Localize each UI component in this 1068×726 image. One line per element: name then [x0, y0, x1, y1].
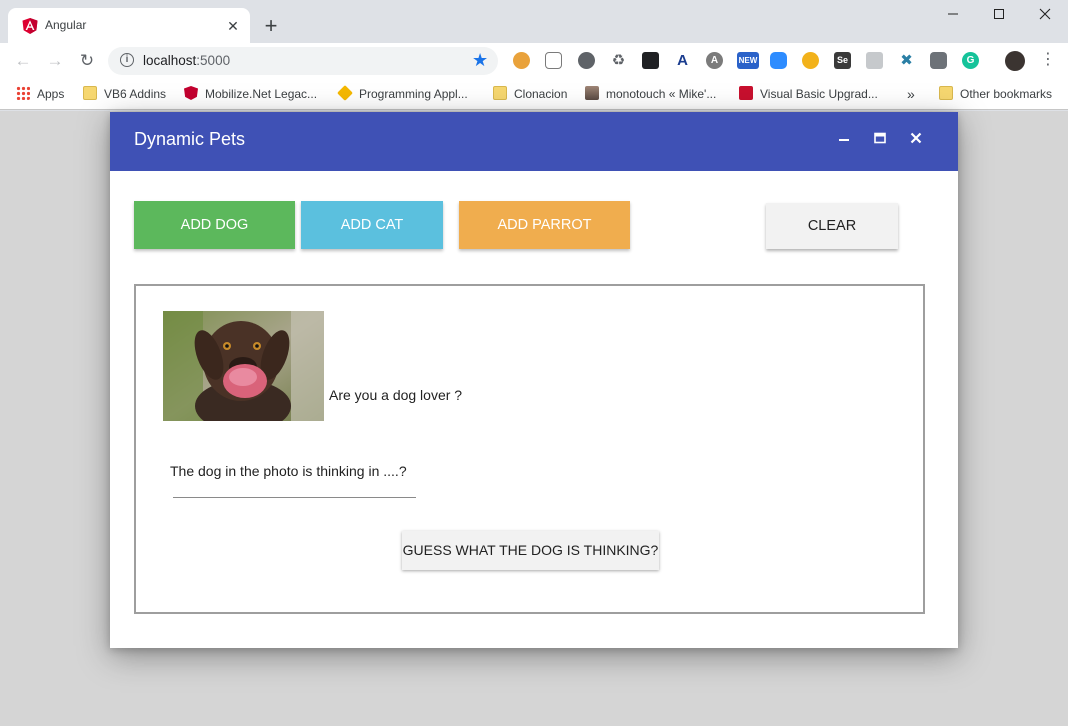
bookmark-label: Visual Basic Upgrad...	[760, 87, 878, 101]
dialog-title: Dynamic Pets	[134, 129, 246, 149]
a-icon[interactable]: A	[674, 52, 691, 69]
terminal-icon[interactable]	[642, 52, 659, 69]
angular-icon	[184, 86, 198, 100]
bookmark-label: Mobilize.Net Legac...	[205, 87, 318, 101]
add-parrot-button[interactable]: ADD PARROT	[459, 201, 630, 249]
folder-icon	[493, 86, 507, 100]
dog-question-text: Are you a dog lover ?	[329, 387, 463, 403]
bookmark-programming[interactable]: Programming Appl...	[337, 85, 468, 103]
maximize-icon	[994, 9, 1004, 19]
diamond-icon	[337, 85, 353, 101]
bookmark-star-icon[interactable]: ★	[472, 50, 488, 71]
browser-chrome: Angular ✕ + ← → ↻ i localhost:5000 ★ ♻ A…	[0, 0, 1068, 112]
bookmark-apps[interactable]: Apps	[16, 85, 64, 103]
close-icon	[1039, 8, 1051, 20]
url-host: localhost	[143, 53, 197, 68]
window-maximize-button[interactable]	[976, 4, 1022, 26]
puzzle-icon[interactable]	[545, 52, 562, 69]
bookmark-label: Other bookmarks	[960, 87, 1053, 101]
window-minimize-button[interactable]	[930, 4, 976, 26]
bookmark-label: Programming Appl...	[359, 87, 468, 101]
dynamic-pets-dialog: Dynamic Pets ADD DOG ADD CAT ADD PARROT …	[110, 112, 958, 648]
clear-button[interactable]: CLEAR	[766, 203, 898, 249]
new-tab-button[interactable]: +	[260, 15, 282, 37]
dialog-maximize-icon[interactable]	[869, 129, 891, 151]
folder-icon	[939, 86, 953, 100]
browser-toolbar: ← → ↻ i localhost:5000 ★ ♻ A A NEW Se ✖ …	[0, 43, 1068, 79]
address-bar[interactable]: i localhost:5000 ★	[108, 47, 498, 75]
dialog-titlebar[interactable]: Dynamic Pets	[110, 112, 958, 171]
new-badge-icon[interactable]: NEW	[737, 52, 759, 69]
forward-icon[interactable]: →	[45, 51, 65, 71]
dog-photo	[163, 311, 324, 421]
tab-title: Angular	[45, 18, 87, 32]
more-bookmarks-icon[interactable]: »	[907, 85, 915, 103]
grammarly-icon[interactable]: G	[962, 52, 979, 69]
reload-icon[interactable]: ↻	[77, 51, 97, 71]
cube-icon[interactable]	[930, 52, 947, 69]
bookmark-other[interactable]: Other bookmarks	[939, 85, 1052, 103]
cookie-icon[interactable]	[513, 52, 530, 69]
bookmark-label: Apps	[37, 87, 65, 101]
info-icon[interactable]: i	[120, 53, 134, 67]
tab-close-icon[interactable]: ✕	[224, 17, 242, 35]
thinking-input[interactable]	[173, 497, 416, 498]
bookmark-vb-upgrade[interactable]: Visual Basic Upgrad...	[739, 85, 878, 103]
add-dog-button[interactable]: ADD DOG	[134, 201, 295, 249]
minimize-icon	[948, 13, 958, 15]
profile-avatar[interactable]	[1005, 51, 1025, 71]
bookmark-vb6-addins[interactable]: VB6 Addins	[83, 85, 166, 103]
url-port: :5000	[196, 53, 231, 68]
moon-icon[interactable]	[802, 52, 819, 69]
menu-kebab-icon[interactable]: ⋮	[1040, 50, 1056, 70]
guess-button[interactable]: GUESS WHAT THE DOG IS THINKING?	[402, 531, 659, 570]
back-icon[interactable]: ←	[13, 51, 33, 71]
bookmark-clonacion[interactable]: Clonacion	[493, 85, 567, 103]
add-cat-button[interactable]: ADD CAT	[301, 201, 443, 249]
angular-icon	[22, 18, 38, 34]
circle-icon[interactable]	[578, 52, 595, 69]
dialog-close-icon[interactable]	[905, 129, 927, 151]
bookmark-label: VB6 Addins	[104, 87, 167, 101]
bookmark-monotouch[interactable]: monotouch « Mike'...	[585, 85, 716, 103]
tab-strip: Angular ✕ +	[0, 0, 1068, 43]
bookmark-mobilize[interactable]: Mobilize.Net Legac...	[184, 85, 317, 103]
dialog-minimize-icon[interactable]	[833, 129, 855, 151]
a-dark-icon[interactable]: A	[706, 52, 723, 69]
thinking-field-label: The dog in the photo is thinking in ....…	[170, 463, 407, 479]
tab-angular[interactable]: Angular ✕	[8, 8, 250, 43]
bookmark-label: monotouch « Mike'...	[606, 87, 717, 101]
window-icon[interactable]	[866, 52, 883, 69]
pet-panel: Are you a dog lover ? The dog in the pho…	[134, 284, 925, 614]
chart-icon	[739, 86, 753, 100]
folder-icon	[83, 86, 97, 100]
se-icon[interactable]: Se	[834, 52, 851, 69]
url-text[interactable]: localhost:5000	[143, 53, 230, 68]
bookmarks-bar: Apps VB6 Addins Mobilize.Net Legac... Pr…	[0, 79, 1068, 110]
photo-icon	[585, 86, 599, 100]
bookmark-label: Clonacion	[514, 87, 568, 101]
window-close-button[interactable]	[1022, 4, 1068, 26]
apps-grid-icon	[16, 86, 30, 100]
tools-icon[interactable]: ✖	[898, 52, 915, 69]
zoom-icon[interactable]	[770, 52, 787, 69]
recycle-icon[interactable]: ♻	[610, 52, 627, 69]
